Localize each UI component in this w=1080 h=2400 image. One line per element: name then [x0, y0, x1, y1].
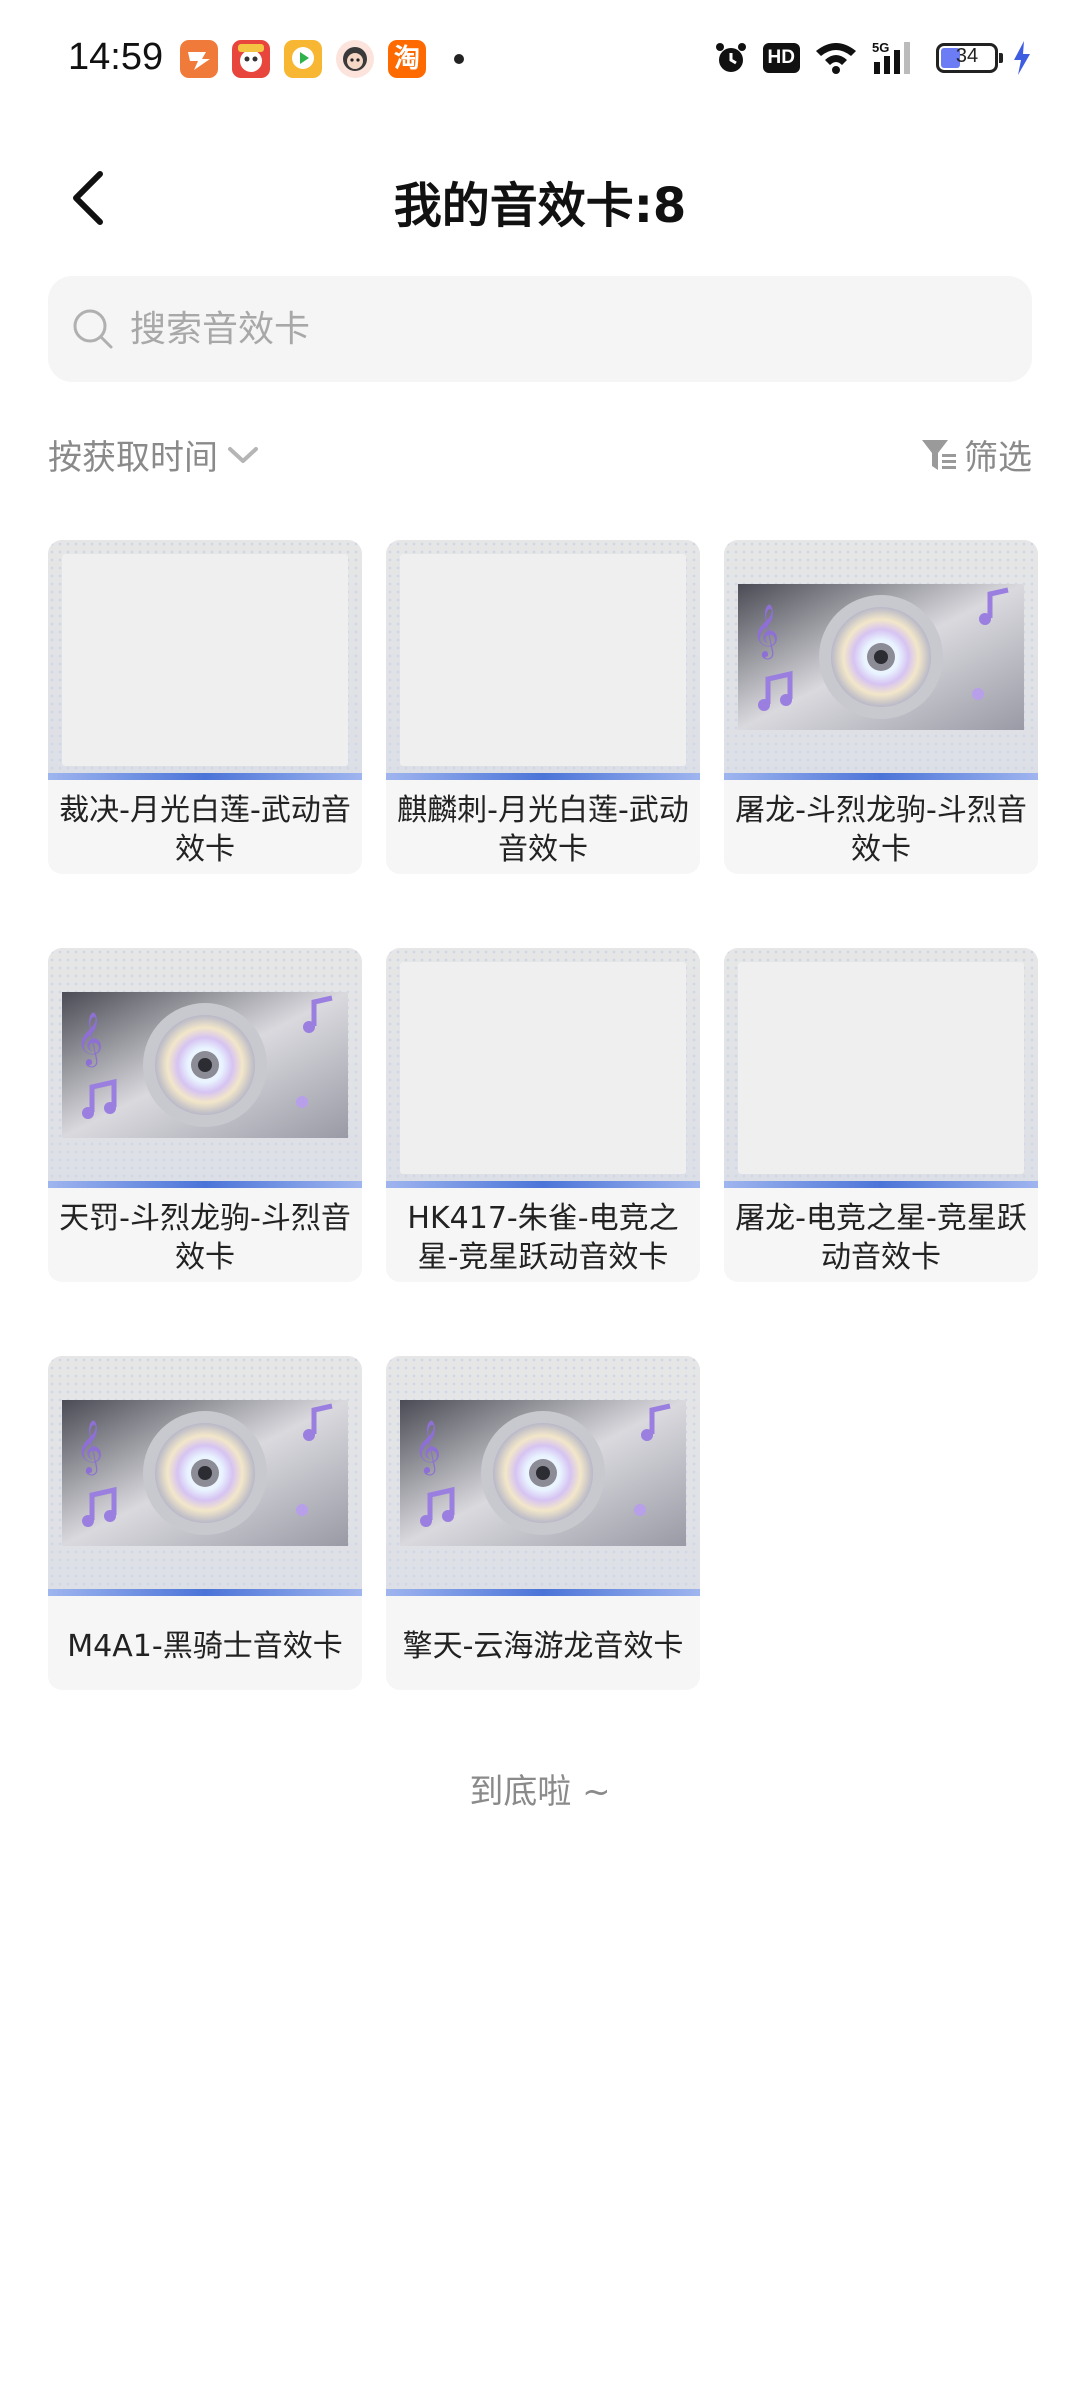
sound-card[interactable]: 𝄞 擎天-云海游龙音效卡 — [386, 1356, 700, 1690]
taobao-app-icon: 淘 — [388, 40, 426, 78]
filter-button[interactable]: 筛选 — [920, 430, 1032, 479]
network-type-label: 5G — [872, 40, 889, 55]
sound-card-thumbnail — [386, 948, 700, 1188]
sound-card[interactable]: 裁决-月光白莲-武动音效卡 — [48, 540, 362, 874]
disc-music-icon: 𝄞 — [400, 1400, 686, 1546]
sound-card-label: 裁决-月光白莲-武动音效卡 — [59, 793, 351, 867]
end-of-list-text: 到底啦 ~ — [469, 1772, 611, 1812]
notification-icons: 淘 — [180, 40, 464, 78]
thumbnail-placeholder — [400, 554, 686, 766]
wifi-icon — [816, 43, 856, 74]
sound-card-thumbnail: 𝄞 — [724, 540, 1038, 780]
sound-card-label: M4A1-黑骑士音效卡 — [67, 1628, 343, 1664]
page-title: 我的音效卡:8 — [393, 178, 687, 234]
sort-dropdown[interactable]: 按获取时间 — [48, 430, 260, 479]
battery-indicator: 34 — [936, 43, 1003, 73]
sound-card[interactable]: 屠龙-电竞之星-竞星跃动音效卡 — [724, 948, 1038, 1282]
svg-text:𝄞: 𝄞 — [414, 1419, 441, 1475]
avatar-app-icon — [336, 40, 374, 78]
filter-label: 筛选 — [964, 438, 1032, 478]
system-icons: HD 5G 34 — [713, 40, 1032, 76]
thumbnail-placeholder — [738, 962, 1024, 1174]
sound-card-label: 屠龙-电竞之星-竞星跃动音效卡 — [735, 1201, 1027, 1275]
video-app-icon — [284, 40, 322, 78]
search-box[interactable] — [48, 276, 1032, 382]
cellular-signal-icon: 5G — [872, 40, 910, 74]
hd-badge: HD — [762, 43, 800, 73]
disc-music-icon: 𝄞 — [62, 992, 348, 1138]
chevron-down-icon — [228, 446, 258, 463]
disc-music-icon: 𝄞 — [738, 584, 1024, 730]
sort-label: 按获取时间 — [48, 438, 218, 478]
sound-card-label: 天罚-斗烈龙驹-斗烈音效卡 — [59, 1201, 351, 1275]
thumbnail-placeholder — [62, 554, 348, 766]
disc-music-icon: 𝄞 — [62, 1400, 348, 1546]
svg-text:𝄞: 𝄞 — [76, 1011, 103, 1067]
sound-card-label: 麒麟刺-月光白莲-武动音效卡 — [397, 793, 689, 867]
status-bar: 14:59 淘 HD 5G 34 — [0, 0, 1080, 124]
sound-card-thumbnail: 𝄞 — [48, 948, 362, 1188]
sound-card-thumbnail — [48, 540, 362, 780]
sound-card-label: 擎天-云海游龙音效卡 — [402, 1628, 684, 1664]
sort-filter-bar: 按获取时间 筛选 — [48, 430, 1032, 490]
sound-card-thumbnail: 𝄞 — [386, 1356, 700, 1596]
sound-card[interactable]: 𝄞 M4A1-黑骑士音效卡 — [48, 1356, 362, 1690]
svg-text:𝄞: 𝄞 — [752, 603, 779, 659]
qq-speed-app-icon — [180, 40, 218, 78]
sound-card-thumbnail: 𝄞 — [48, 1356, 362, 1596]
header: 我的音效卡:8 — [0, 140, 1080, 250]
game-app-icon — [232, 40, 270, 78]
more-notifications-dot — [454, 54, 464, 64]
battery-level: 34 — [955, 45, 979, 67]
charging-icon — [1014, 41, 1030, 75]
sound-card[interactable]: 𝄞 屠龙-斗烈龙驹-斗烈音效卡 — [724, 540, 1038, 874]
thumbnail-placeholder — [400, 962, 686, 1174]
sound-card-label: HK417-朱雀-电竞之星-竞星跃动音效卡 — [407, 1201, 679, 1275]
search-input[interactable] — [128, 307, 992, 351]
sound-card[interactable]: 𝄞 天罚-斗烈龙驹-斗烈音效卡 — [48, 948, 362, 1282]
sound-card[interactable]: 麒麟刺-月光白莲-武动音效卡 — [386, 540, 700, 874]
sound-card-label: 屠龙-斗烈龙驹-斗烈音效卡 — [735, 793, 1027, 867]
filter-icon — [922, 439, 956, 470]
sound-card[interactable]: HK417-朱雀-电竞之星-竞星跃动音效卡 — [386, 948, 700, 1282]
sound-card-thumbnail — [386, 540, 700, 780]
alarm-icon — [715, 43, 746, 72]
status-time: 14:59 — [68, 36, 164, 78]
svg-text:𝄞: 𝄞 — [76, 1419, 103, 1475]
search-icon — [73, 309, 113, 349]
sound-card-thumbnail — [724, 948, 1038, 1188]
